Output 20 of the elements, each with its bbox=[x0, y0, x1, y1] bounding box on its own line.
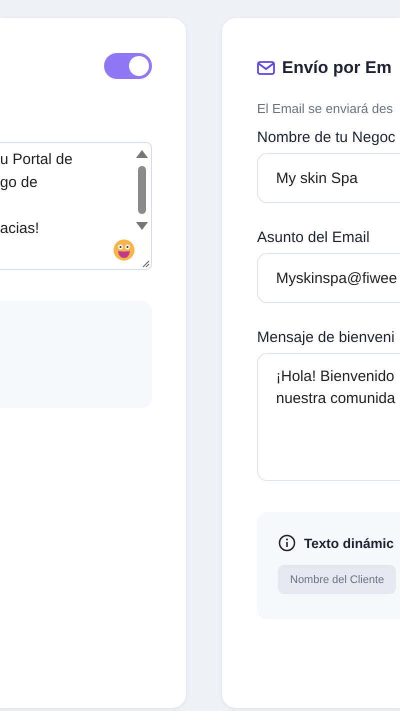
message-text: u Portal de go de acias! bbox=[0, 150, 74, 239]
section-title: Envío por Em bbox=[282, 58, 392, 78]
text-input[interactable]: My skin Spa bbox=[257, 153, 400, 203]
mail-icon bbox=[257, 61, 275, 75]
field-label: Asunto del Email bbox=[257, 229, 371, 246]
scroll-down-icon[interactable] bbox=[136, 222, 148, 231]
dynamic-text-title: Texto dinámic bbox=[304, 536, 394, 550]
scrollbar-thumb[interactable] bbox=[138, 166, 146, 214]
section-description: El Email se enviará des bbox=[257, 101, 394, 116]
text-input[interactable]: Myskinspa@fiwee bbox=[257, 253, 400, 303]
grinning-emoji-icon bbox=[113, 239, 135, 261]
message-textarea[interactable]: ¡Hola! Bienvenido nuestra comunida bbox=[257, 353, 400, 481]
field-label: Mensaje de bienveni bbox=[257, 329, 396, 346]
resize-handle-icon[interactable] bbox=[140, 258, 150, 268]
message-textarea[interactable]: u Portal de go de acias! bbox=[0, 142, 152, 270]
info-icon bbox=[278, 534, 296, 552]
scroll-up-icon[interactable] bbox=[136, 149, 148, 158]
field-label: Nombre de tu Negoc bbox=[257, 129, 396, 146]
toggle-switch[interactable] bbox=[104, 53, 152, 79]
variable-chip[interactable]: Nombre del Cliente bbox=[278, 565, 396, 594]
